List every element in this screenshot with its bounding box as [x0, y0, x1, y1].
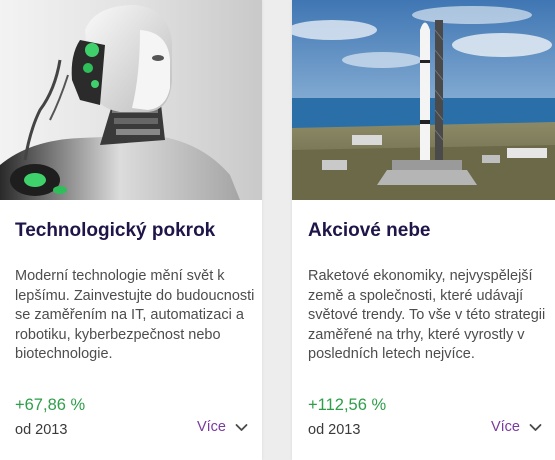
rocket-illustration [292, 0, 555, 200]
card-title: Akciové nebe [308, 220, 431, 241]
strategy-card-technology[interactable]: Technologický pokrok Moderní technologie… [0, 0, 262, 460]
return-period: od 2013 [15, 422, 68, 438]
chevron-down-icon [235, 423, 248, 431]
more-button-label: Více [196, 419, 226, 435]
card-title: Technologický pokrok [15, 220, 216, 241]
robot-image [0, 0, 262, 200]
card-description: Raketové ekonomiky, nejvyspělejší země a… [308, 268, 546, 363]
card-description: Moderní technologie mění svět k lepšímu.… [15, 268, 255, 363]
chevron-down-icon [529, 423, 542, 431]
robot-illustration [0, 0, 262, 200]
strategy-card-stocks[interactable]: Akciové nebe Raketové ekonomiky, nejvysp… [292, 0, 555, 460]
return-value: +112,56 % [308, 396, 387, 414]
more-button[interactable]: Více [491, 419, 542, 435]
rocket-launch-image [292, 0, 555, 200]
more-button[interactable]: Více [197, 419, 248, 435]
strategy-cards: Technologický pokrok Moderní technologie… [0, 0, 555, 460]
return-value: +67,86 % [15, 396, 86, 414]
return-period: od 2013 [308, 422, 361, 438]
more-button-label: Více [490, 419, 520, 435]
